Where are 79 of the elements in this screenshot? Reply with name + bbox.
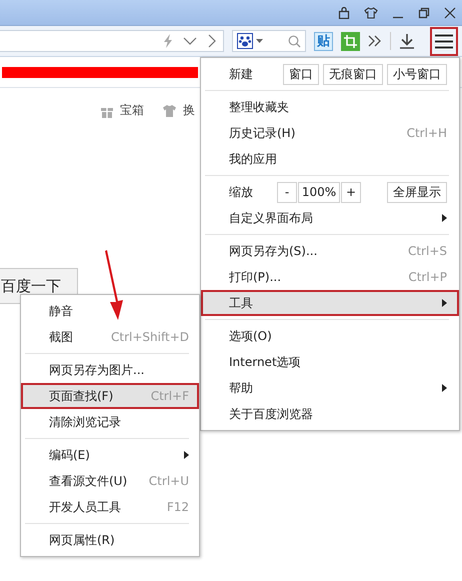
bag-icon[interactable] [338, 6, 350, 18]
close-icon[interactable] [444, 6, 456, 18]
menu-item-label: Internet选项 [229, 354, 302, 370]
zoom-out-button[interactable]: - [277, 182, 297, 202]
menu-item-label: 页面查找(F) [49, 388, 114, 404]
shortcut-text: Ctrl+H [406, 126, 447, 140]
fullscreen-button[interactable]: 全屏显示 [387, 182, 447, 202]
shortcut-label[interactable]: 换 [183, 102, 195, 119]
shortcut-text: Ctrl+U [148, 474, 189, 488]
menu-item[interactable]: 页面查找(F) Ctrl+F [21, 383, 199, 409]
menu-item[interactable]: 网页另存为图片... [21, 357, 199, 383]
double-chevron-icon[interactable] [368, 35, 382, 47]
submenu-arrow-icon [442, 384, 447, 392]
menu-item[interactable]: 网页属性(R) [21, 527, 199, 553]
zoom-value: 100% [298, 182, 340, 202]
menu-item-label: 静音 [49, 302, 74, 320]
shortcut-label[interactable]: 宝箱 [120, 102, 144, 119]
menu-item-label: 整理收藏夹 [229, 98, 290, 116]
menu-item-label: 选项(O) [229, 328, 273, 344]
new-window-button[interactable]: 小号窗口 [387, 64, 447, 84]
menu-item[interactable]: 我的应用 [201, 146, 459, 172]
shirt-icon[interactable] [364, 6, 378, 18]
menu-item[interactable]: 开发人员工具 F12 [21, 494, 199, 520]
address-field[interactable] [0, 30, 224, 52]
shortcut-text: Ctrl+S [408, 244, 447, 258]
menu-item-label: 开发人员工具 [49, 498, 122, 516]
chevron-right-icon[interactable] [207, 34, 217, 48]
menu-item-label: 查看源文件(U) [49, 472, 128, 490]
menu-item-label: 自定义界面布局 [229, 210, 314, 226]
menu-item[interactable]: 自定义界面布局 [201, 205, 459, 231]
menu-item[interactable]: 帮助 [201, 375, 459, 401]
zoom-in-button[interactable]: + [341, 182, 361, 202]
chevron-down-icon[interactable] [183, 36, 197, 46]
annotation-arrow [102, 250, 126, 322]
menu-item[interactable]: Internet选项 [201, 349, 459, 375]
menu-item[interactable]: 历史记录(H) Ctrl+H [201, 120, 459, 146]
menu-item-label: 编码(E) [49, 446, 91, 464]
menu-item[interactable]: 清除浏览记录 [21, 409, 199, 435]
submenu-arrow-icon [184, 451, 189, 459]
search-icon[interactable] [288, 34, 301, 48]
menu-item-label: 帮助 [229, 380, 254, 396]
new-window-button[interactable]: 窗口 [283, 64, 319, 84]
menu-item-label: 截图 [49, 328, 74, 346]
zoom-label: 缩放 [229, 184, 254, 200]
menu-item[interactable]: 截图 Ctrl+Shift+D [21, 324, 199, 350]
menu-item-label: 清除浏览记录 [49, 414, 122, 430]
submenu-arrow-icon [442, 214, 447, 222]
search-field[interactable] [232, 30, 306, 52]
menu-item-label: 网页另存为图片... [49, 362, 146, 378]
menu-item[interactable]: 整理收藏夹 [201, 94, 459, 120]
caret-icon[interactable] [256, 38, 263, 44]
menu-item-label: 关于百度浏览器 [229, 406, 314, 422]
menu-item[interactable]: 打印(P)... Ctrl+P [201, 264, 459, 290]
new-label: 新建 [229, 66, 254, 82]
menu-item-label: 历史记录(H) [229, 124, 296, 142]
download-icon[interactable] [399, 33, 415, 49]
submenu-arrow-icon [442, 299, 447, 307]
menu-item[interactable]: 关于百度浏览器 [201, 401, 459, 427]
menu-item-label: 网页属性(R) [49, 532, 116, 548]
menu-item-label: 工具 [229, 294, 254, 312]
menu-button[interactable] [430, 26, 458, 56]
new-window-button[interactable]: 无痕窗口 [323, 64, 383, 84]
menu-item[interactable]: 编码(E) [21, 442, 199, 468]
menu-item-label: 我的应用 [229, 150, 278, 168]
shortcut-text: Ctrl+Shift+D [111, 330, 189, 344]
shortcut-text: Ctrl+F [150, 389, 189, 403]
paw-icon[interactable] [237, 33, 253, 49]
menu-item[interactable]: 查看源文件(U) Ctrl+U [21, 468, 199, 494]
menu-icon [435, 34, 453, 48]
menu-item[interactable]: 选项(O) [201, 323, 459, 349]
shortcut-text: F12 [166, 500, 189, 514]
menu-item[interactable]: 工具 [201, 290, 459, 316]
menu-item-label: 网页另存为(S)... [229, 242, 318, 260]
paste-button[interactable]: 贴 [314, 32, 333, 50]
shortcut-text: Ctrl+P [408, 270, 447, 284]
restore-icon[interactable] [418, 6, 430, 18]
crop-icon[interactable] [341, 32, 360, 50]
menu-item[interactable]: 网页另存为(S)... Ctrl+S [201, 238, 459, 264]
menu-item-label: 打印(P)... [229, 268, 282, 286]
